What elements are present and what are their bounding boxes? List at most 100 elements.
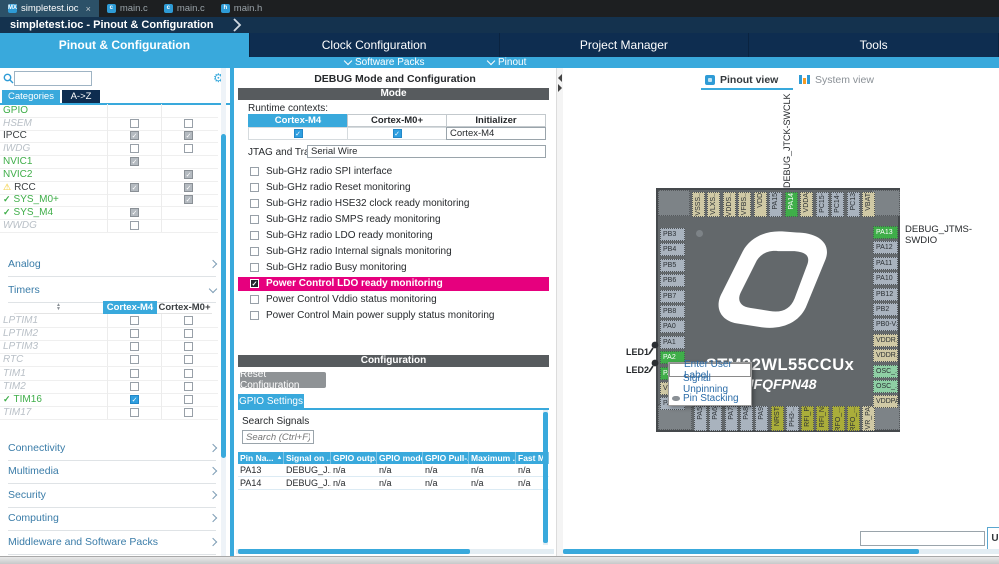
- pin-vddr[interactable]: VDDR..: [873, 349, 898, 362]
- checkbox[interactable]: [250, 311, 259, 320]
- checkbox[interactable]: [250, 295, 259, 304]
- sort-icon[interactable]: ▲▼: [14, 301, 103, 314]
- checkbox[interactable]: [184, 369, 193, 378]
- pin-pa1[interactable]: PA1: [660, 336, 685, 349]
- tab-categories[interactable]: Categories: [2, 90, 60, 103]
- mode-option[interactable]: Sub-GHz radio SPI interface: [238, 165, 549, 179]
- pin-pc15[interactable]: PC15-: [816, 192, 829, 217]
- pin-vbat[interactable]: VBAT: [862, 192, 875, 217]
- table-cell[interactable]: DEBUG_J...: [284, 477, 331, 490]
- table-cell[interactable]: n/a: [423, 464, 469, 477]
- cortex-m4-checkbox[interactable]: ✓: [294, 129, 303, 138]
- table-cell[interactable]: PA13: [238, 464, 284, 477]
- checkbox[interactable]: [184, 329, 193, 338]
- pin-vfbs[interactable]: VFBS..: [738, 192, 751, 217]
- jtag-combo[interactable]: [307, 145, 546, 158]
- mid-hscroll-thumb[interactable]: [238, 549, 470, 554]
- peripheral-row-gpio[interactable]: GPIO: [0, 104, 218, 118]
- table-scrollbar-thumb[interactable]: [543, 412, 548, 543]
- checkbox[interactable]: ✓: [250, 279, 259, 288]
- mode-option[interactable]: Power Control Vddio status monitoring: [238, 293, 549, 307]
- context-col-cortex-m0[interactable]: Cortex-M0+: [347, 114, 447, 127]
- pin-pa7[interactable]: PA7: [725, 406, 738, 431]
- pin-vdda[interactable]: VDDA: [800, 192, 813, 217]
- peripheral-row-ipcc[interactable]: IPCC✓✓: [0, 130, 218, 144]
- peripheral-row-lptim1[interactable]: LPTIM1: [0, 314, 218, 328]
- checkbox[interactable]: ✓: [184, 170, 193, 179]
- col-header[interactable]: Pin Na...▲: [238, 452, 284, 464]
- pin-pb12[interactable]: PB12: [873, 288, 898, 301]
- section-middleware-and-software-packs[interactable]: Middleware and Software Packs: [8, 530, 216, 555]
- checkbox[interactable]: ✓: [130, 157, 139, 166]
- pin-pa15[interactable]: PA15: [769, 192, 782, 217]
- pin-rfip[interactable]: RFI_P: [801, 406, 814, 431]
- table-cell[interactable]: n/a: [331, 477, 377, 490]
- context-col-cortex-m4[interactable]: Cortex-M4: [248, 114, 348, 127]
- pin-pb8[interactable]: PB8: [660, 305, 685, 318]
- peripheral-row-rcc[interactable]: ⚠RCC✓✓: [0, 181, 218, 195]
- mode-option[interactable]: Power Control Main power supply status m…: [238, 309, 549, 323]
- tab-pinout-view[interactable]: Pinout view: [705, 72, 778, 87]
- reset-configuration-button[interactable]: Reset Configuration: [240, 372, 326, 388]
- nav-tab-pinout-configuration[interactable]: Pinout & Configuration: [0, 33, 250, 57]
- pin-osc[interactable]: OSC_...: [873, 380, 898, 393]
- checkbox[interactable]: [130, 119, 139, 128]
- table-cell[interactable]: n/a: [423, 477, 469, 490]
- peripheral-row-nvic2[interactable]: NVIC2✓: [0, 168, 218, 182]
- checkbox[interactable]: [184, 342, 193, 351]
- checkbox[interactable]: [130, 221, 139, 230]
- menu-item-signal-unpinning[interactable]: Signal Unpinning: [669, 377, 751, 391]
- pin-pb2[interactable]: PB2: [873, 303, 898, 316]
- pin-osc[interactable]: OSC_...: [873, 365, 898, 378]
- checkbox[interactable]: [184, 395, 193, 404]
- pin-pb5[interactable]: PB5: [660, 259, 685, 272]
- subnav-pinout[interactable]: Pinout: [488, 57, 526, 68]
- peripheral-row-iwdg[interactable]: IWDG: [0, 142, 218, 156]
- section-computing[interactable]: Computing: [8, 507, 216, 532]
- checkbox[interactable]: [130, 144, 139, 153]
- checkbox[interactable]: ✓: [184, 183, 193, 192]
- collapse-right-icon[interactable]: [558, 84, 562, 92]
- checkbox[interactable]: [130, 382, 139, 391]
- peripheral-row-lptim3[interactable]: LPTIM3: [0, 340, 218, 354]
- checkbox[interactable]: [184, 382, 193, 391]
- section-multimedia[interactable]: Multimedia: [8, 460, 216, 485]
- table-cell[interactable]: PA14: [238, 477, 284, 490]
- table-cell[interactable]: n/a: [469, 477, 516, 490]
- pin-pa8[interactable]: PA8: [740, 406, 753, 431]
- context-col-initializer[interactable]: Initializer: [446, 114, 546, 127]
- initializer-input[interactable]: [446, 127, 546, 140]
- pin-rfo[interactable]: RFO_...: [847, 406, 860, 431]
- pin-pa12[interactable]: PA12: [873, 241, 898, 254]
- table-cell[interactable]: n/a: [331, 464, 377, 477]
- mcu-search-input[interactable]: [860, 531, 985, 546]
- peripheral-row-wwdg[interactable]: WWDG: [0, 219, 218, 233]
- checkbox[interactable]: [184, 316, 193, 325]
- col-header[interactable]: Signal on ...: [284, 452, 331, 464]
- editor-tab[interactable]: hmain.h: [213, 0, 271, 17]
- pin-pb0v[interactable]: PB0-V..: [873, 318, 898, 331]
- pin-pc14[interactable]: PC14-: [831, 192, 844, 217]
- table-cell[interactable]: n/a: [377, 477, 423, 490]
- pin-pa9[interactable]: PA9: [755, 406, 768, 431]
- timers-col-cortex-m4[interactable]: Cortex-M4: [103, 301, 157, 314]
- editor-tab[interactable]: cmain.c: [156, 0, 213, 17]
- checkbox[interactable]: ✓: [130, 131, 139, 140]
- table-cell[interactable]: n/a: [469, 464, 516, 477]
- checkbox[interactable]: [130, 369, 139, 378]
- pin-pa5[interactable]: PA5: [694, 406, 707, 431]
- peripheral-row-tim16[interactable]: ✓TIM16✓: [0, 393, 218, 407]
- peripheral-row-rtc[interactable]: RTC: [0, 354, 218, 368]
- tab-a-to-z[interactable]: A->Z: [62, 90, 100, 103]
- pin-vddpa[interactable]: VDDPA: [873, 395, 898, 408]
- pin-vdds[interactable]: VDDS..: [723, 192, 736, 217]
- mode-option[interactable]: Sub-GHz radio Reset monitoring: [238, 181, 549, 195]
- peripheral-row-tim2[interactable]: TIM2: [0, 380, 218, 394]
- zoom-fit-button[interactable]: U: [987, 527, 999, 550]
- checkbox[interactable]: [250, 263, 259, 272]
- pin-pc13[interactable]: PC13: [847, 192, 860, 217]
- pin-pb3[interactable]: PB3: [660, 228, 685, 241]
- checkbox[interactable]: [130, 408, 139, 417]
- pin-pa14[interactable]: PA14: [785, 192, 798, 217]
- table-cell[interactable]: DEBUG_J...: [284, 464, 331, 477]
